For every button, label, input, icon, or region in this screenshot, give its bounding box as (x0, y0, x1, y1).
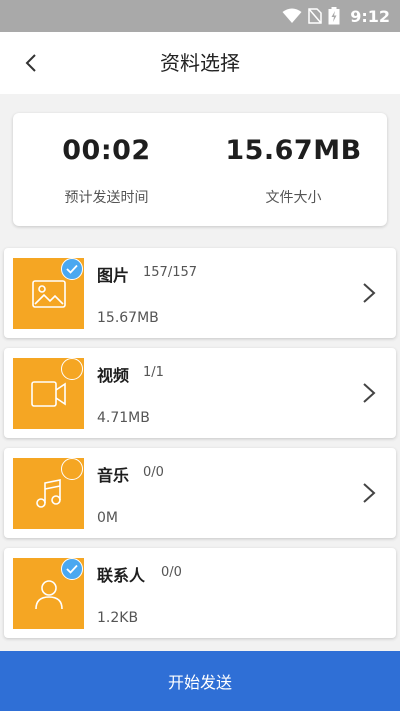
chevron-left-icon (25, 54, 36, 72)
chevron-right-icon (363, 483, 376, 503)
category-count: 157/157 (143, 265, 198, 280)
battery-charging-icon (328, 7, 340, 25)
category-name: 图片 (97, 266, 130, 285)
wifi-icon (282, 8, 302, 23)
category-name: 视频 (97, 366, 130, 385)
category-size: 1.2KB (97, 610, 139, 626)
estimated-time-block: 00:02 预计发送时间 (13, 113, 200, 226)
file-size-value: 15.67MB (225, 135, 362, 166)
category-checkbox[interactable] (61, 458, 83, 480)
category-count: 1/1 (143, 365, 164, 380)
file-size-label: 文件大小 (265, 190, 322, 206)
image-icon (31, 279, 66, 308)
music-icon (35, 478, 61, 508)
back-button[interactable] (14, 46, 48, 80)
category-checkbox[interactable] (61, 358, 83, 380)
category-checkbox[interactable] (61, 258, 83, 280)
category-item-images[interactable]: 图片 157/157 15.67MB (4, 248, 396, 338)
app-bar: 资料选择 (0, 32, 400, 94)
chevron-right-icon (363, 283, 376, 303)
page-title: 资料选择 (160, 51, 240, 75)
start-send-button[interactable]: 开始发送 (0, 651, 400, 711)
file-size-block: 15.67MB 文件大小 (200, 113, 387, 226)
category-size: 4.71MB (97, 410, 150, 426)
category-item-contacts[interactable]: 联系人 0/0 1.2KB (4, 548, 396, 638)
category-item-videos[interactable]: 视频 1/1 4.71MB (4, 348, 396, 438)
category-size: 0M (97, 510, 118, 526)
chevron-right-icon (363, 383, 376, 403)
status-time: 9:12 (350, 6, 390, 26)
category-count: 0/0 (161, 565, 182, 580)
category-size: 15.67MB (97, 310, 159, 326)
estimated-time-label: 预计发送时间 (64, 190, 149, 206)
check-icon (66, 264, 78, 274)
no-sim-icon (308, 8, 322, 24)
start-send-label: 开始发送 (167, 673, 232, 692)
video-icon (30, 380, 66, 407)
estimated-time-value: 00:02 (62, 135, 151, 166)
category-count: 0/0 (143, 465, 164, 480)
category-item-music[interactable]: 音乐 0/0 0M (4, 448, 396, 538)
summary-card: 00:02 预计发送时间 15.67MB 文件大小 (13, 113, 387, 226)
status-bar: 9:12 (0, 0, 400, 32)
check-icon (66, 564, 78, 574)
category-checkbox[interactable] (61, 558, 83, 580)
category-name: 联系人 (97, 566, 146, 585)
category-name: 音乐 (97, 466, 130, 485)
contact-icon (34, 579, 63, 609)
